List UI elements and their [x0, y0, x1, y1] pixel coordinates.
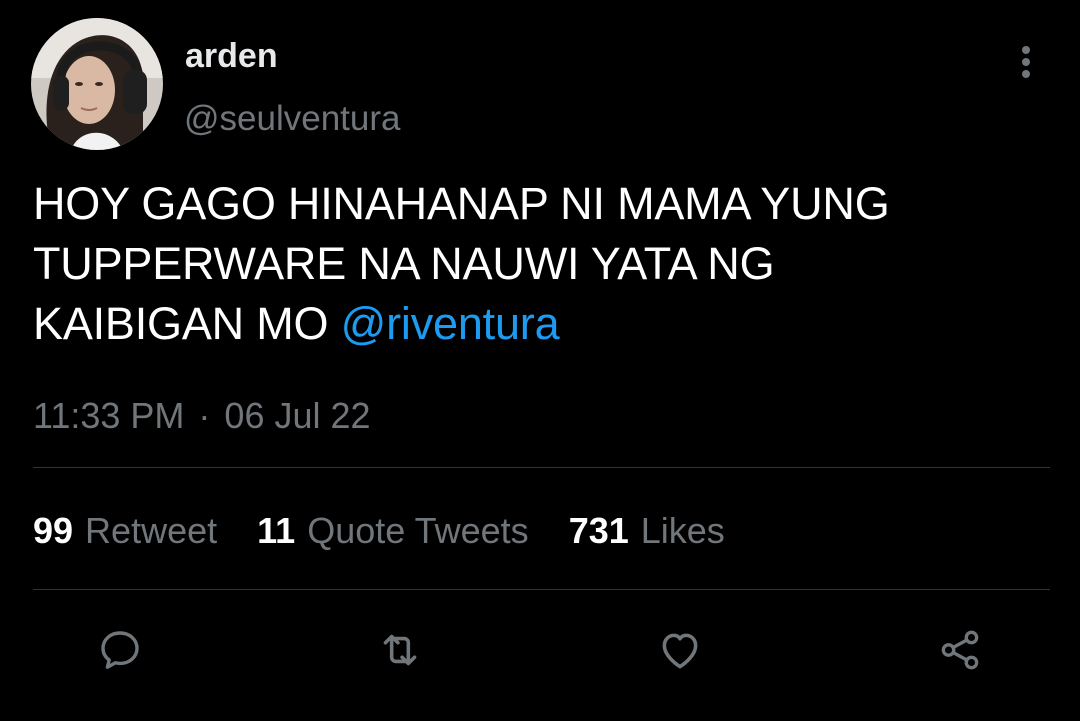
tweet-text-line: TUPPERWARE NA NAUWI YATA NG: [33, 238, 775, 289]
heart-icon: [662, 633, 698, 669]
like-stat[interactable]: 731 Likes: [569, 510, 725, 551]
more-options-button[interactable]: [1008, 40, 1044, 84]
mention-link[interactable]: @riventura: [341, 298, 560, 349]
display-name[interactable]: arden: [185, 36, 278, 76]
divider: [33, 589, 1050, 590]
retweet-label: Retweet: [85, 510, 218, 551]
quote-count: 11: [257, 510, 296, 551]
like-label: Likes: [640, 510, 725, 551]
share-icon: [941, 630, 979, 670]
user-handle[interactable]: @seulventura: [184, 98, 400, 140]
tweet-text: HOY GAGO HINAHANAP NI MAMA YUNG TUPPERWA…: [33, 174, 1053, 354]
reply-button[interactable]: [92, 622, 148, 678]
like-count: 731: [568, 510, 629, 551]
quote-label: Quote Tweets: [307, 510, 529, 551]
action-bar: [0, 622, 1080, 678]
separator-dot: ·: [198, 395, 211, 436]
retweet-stat[interactable]: 99 Retweet: [33, 510, 217, 551]
retweet-button[interactable]: [372, 622, 428, 678]
retweet-count: 99: [33, 510, 74, 551]
tweet-text-line: KAIBIGAN MO @riventura: [33, 294, 1053, 354]
avatar-photo-icon: [31, 18, 163, 150]
tweet-time: 11:33 PM: [33, 395, 185, 436]
reply-icon: [101, 631, 139, 669]
avatar[interactable]: [31, 18, 163, 150]
tweet-detail: arden @seulventura HOY GAGO HINAHANAP NI…: [0, 0, 1080, 721]
retweet-icon: [383, 634, 417, 666]
timestamp[interactable]: 11:33 PM · 06 Jul 22: [33, 394, 371, 438]
tweet-text-line: HOY GAGO HINAHANAP NI MAMA YUNG: [33, 178, 890, 229]
more-vertical-icon: [1022, 46, 1030, 78]
like-button[interactable]: [652, 622, 708, 678]
share-button[interactable]: [932, 622, 988, 678]
tweet-date: 06 Jul 22: [224, 395, 371, 436]
quote-stat[interactable]: 11 Quote Tweets: [257, 510, 529, 551]
tweet-text-segment: KAIBIGAN MO: [33, 298, 341, 349]
divider: [33, 467, 1050, 468]
engagement-stats: 99 Retweet 11 Quote Tweets 731 Likes: [33, 508, 755, 554]
